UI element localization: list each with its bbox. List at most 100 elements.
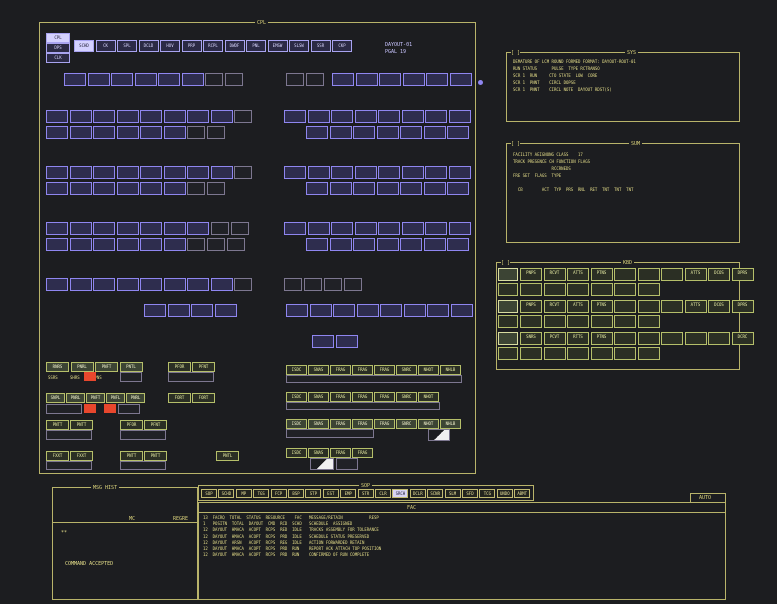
- cpl-tab[interactable]: SLSW: [289, 40, 309, 52]
- sop-tab[interactable]: TGS: [253, 489, 270, 498]
- kbd-key[interactable]: [567, 315, 589, 328]
- kbd-key[interactable]: [614, 283, 636, 296]
- cpl-b3-right-r2-button[interactable]: [423, 238, 446, 251]
- cpl-tab[interactable]: HOV: [160, 40, 180, 52]
- right-group-button[interactable]: FRAG: [330, 419, 351, 429]
- select-b-button[interactable]: SNPL: [46, 393, 65, 403]
- select-a-button[interactable]: RNRS: [46, 362, 69, 372]
- misc-button[interactable]: PFNT: [192, 362, 215, 372]
- right-group-button[interactable]: FRAG: [330, 448, 351, 458]
- cpl-top-right-button[interactable]: [332, 73, 354, 86]
- kbd-key[interactable]: [543, 283, 566, 296]
- sop-tab[interactable]: STR: [357, 489, 374, 498]
- kbd-key[interactable]: ATTS: [567, 300, 589, 313]
- cpl-top-left-button[interactable]: [181, 73, 204, 86]
- sop-tab[interactable]: SCHD: [218, 489, 235, 498]
- cpl-b1-right-r2-button[interactable]: [353, 126, 375, 139]
- right-group-button[interactable]: SNRC: [396, 419, 417, 429]
- kbd-key[interactable]: DCOS: [708, 268, 730, 281]
- cpl-b2-right-r2-button[interactable]: [423, 182, 446, 195]
- kbd-key[interactable]: ATTS: [684, 300, 707, 313]
- mode-button[interactable]: CLK: [46, 53, 70, 63]
- sop-tab[interactable]: SRCH: [392, 489, 409, 498]
- cpl-top-right-button[interactable]: [355, 73, 378, 86]
- sop-tab[interactable]: ABMT: [514, 489, 531, 498]
- sop-tab[interactable]: EST: [322, 489, 339, 498]
- cpl-b4-r2-button[interactable]: [214, 304, 237, 317]
- cpl-b2-r2-button[interactable]: [93, 182, 115, 195]
- misc-button[interactable]: PFOR: [168, 362, 191, 372]
- right-group-button[interactable]: FRAG: [374, 365, 395, 375]
- kbd-key[interactable]: PNPS: [520, 268, 542, 281]
- right-group-button[interactable]: SNAS: [308, 365, 329, 375]
- cpl-b3-r1-button[interactable]: [69, 222, 92, 235]
- cpl-tab[interactable]: EMSW: [267, 40, 288, 52]
- cpl-b1-right-r2-button[interactable]: [376, 126, 399, 139]
- cpl-b3-right-r2-button[interactable]: [376, 238, 399, 251]
- cpl-b3-right-r1-button[interactable]: [448, 222, 471, 235]
- cpl-tab[interactable]: DCLD: [138, 40, 159, 52]
- cpl-top-right-button[interactable]: [449, 73, 472, 86]
- cpl-b2-r2-button[interactable]: [46, 182, 68, 195]
- right-group-button[interactable]: SNAS: [308, 419, 329, 429]
- cpl-b3-r2-button[interactable]: [163, 238, 186, 251]
- sop-tab[interactable]: SOP: [201, 489, 217, 498]
- cpl-b3-right-r2-button[interactable]: [353, 238, 375, 251]
- cpl-top-right-button[interactable]: [426, 73, 448, 86]
- cpl-b3-r1-button[interactable]: [187, 222, 209, 235]
- cpl-b1-right-r2-button[interactable]: [400, 126, 422, 139]
- kbd-key[interactable]: [590, 315, 613, 328]
- kbd-key[interactable]: [614, 315, 636, 328]
- cpl-b1-right-r1-button[interactable]: [307, 110, 330, 123]
- cpl-misc-pair-button[interactable]: [335, 335, 358, 348]
- cpl-top-right-button[interactable]: [402, 73, 425, 86]
- kbd-key[interactable]: PTNS: [590, 332, 613, 345]
- cpl-b1-right-r2-button[interactable]: [423, 126, 446, 139]
- kbd-key[interactable]: [567, 347, 589, 360]
- cpl-tab[interactable]: PRP: [181, 40, 202, 52]
- kbd-key[interactable]: [637, 315, 660, 328]
- kbd-key[interactable]: PTNS: [590, 300, 613, 313]
- cpl-b3-r2-button[interactable]: [140, 238, 162, 251]
- kbd-key[interactable]: [590, 283, 613, 296]
- cpl-b4-r2-button[interactable]: [144, 304, 166, 317]
- select-a-button[interactable]: PNRL: [70, 362, 94, 372]
- cpl-b3-right-r1-button[interactable]: [401, 222, 424, 235]
- cpl-b1-right-r2-button[interactable]: [306, 126, 328, 139]
- kbd-key[interactable]: ATTS: [567, 268, 589, 281]
- pair-button[interactable]: PFNT: [144, 420, 167, 430]
- cpl-b1-r1-button[interactable]: [46, 110, 68, 123]
- kbd-key[interactable]: [637, 300, 660, 313]
- right-group-button[interactable]: NHOT: [418, 365, 439, 375]
- cpl-b3-right-r1-button[interactable]: [425, 222, 447, 235]
- sop-tab[interactable]: BSP: [288, 489, 304, 498]
- cpl-b1-r2-button[interactable]: [69, 126, 92, 139]
- cpl-misc-pair-button[interactable]: [312, 335, 334, 348]
- cpl-b3-right-r2-button[interactable]: [329, 238, 352, 251]
- right-group-button[interactable]: FRAG: [330, 365, 351, 375]
- cpl-b2-right-r1-button[interactable]: [425, 166, 447, 179]
- cpl-b2-right-r1-button[interactable]: [331, 166, 353, 179]
- cpl-b1-right-r1-button[interactable]: [331, 110, 353, 123]
- cpl-b2-right-r1-button[interactable]: [354, 166, 377, 179]
- cpl-tab[interactable]: DWDF: [224, 40, 245, 52]
- mode-button[interactable]: DPS: [46, 43, 70, 53]
- kbd-key[interactable]: [614, 268, 636, 281]
- message-prompt[interactable]: **: [61, 530, 67, 536]
- sop-tab[interactable]: UNDO: [496, 489, 513, 498]
- cpl-b4-r1-button[interactable]: [140, 278, 162, 291]
- cpl-b2-right-r2-button[interactable]: [329, 182, 352, 195]
- bottom-button[interactable]: PNTL: [216, 451, 239, 461]
- right-group-button[interactable]: FRAG: [352, 419, 373, 429]
- right-group-button[interactable]: ISDC: [286, 365, 307, 375]
- cpl-b4-right-r2-button[interactable]: [427, 304, 449, 317]
- cpl-top-left-button[interactable]: [111, 73, 133, 86]
- cpl-b3-right-r1-button[interactable]: [331, 222, 353, 235]
- cpl-b2-right-r2-button[interactable]: [353, 182, 375, 195]
- cpl-b2-r1-button[interactable]: [46, 166, 68, 179]
- sop-tab[interactable]: SFD: [462, 489, 478, 498]
- right-group-button[interactable]: NHLB: [440, 419, 461, 429]
- kbd-key[interactable]: [661, 300, 683, 313]
- cpl-b4-right-r2-button[interactable]: [450, 304, 473, 317]
- cpl-b4-right-r2-button[interactable]: [333, 304, 355, 317]
